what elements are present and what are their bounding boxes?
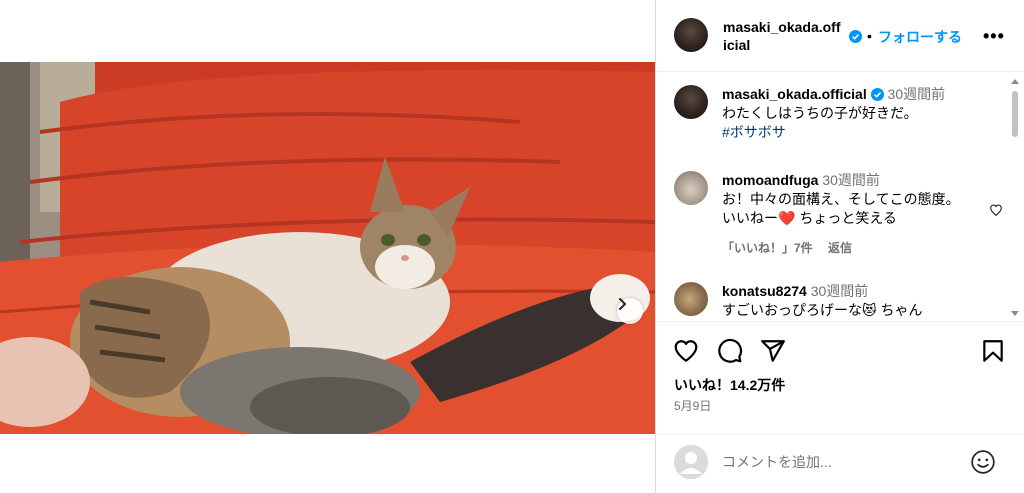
comments-scrollbar[interactable] <box>1008 73 1022 320</box>
author-username-line1: masaki_okada.off <box>723 19 841 35</box>
reply-button[interactable]: 返信 <box>828 241 852 255</box>
heart-icon[interactable] <box>673 338 699 364</box>
default-avatar-icon <box>674 445 708 479</box>
comment-likes-count[interactable]: 「いいね！」7件 <box>722 241 813 255</box>
scroll-thumb[interactable] <box>1012 91 1018 137</box>
author-avatar[interactable] <box>674 18 708 52</box>
post-header: masaki_okada.off icial • フォローする ••• <box>656 0 1024 72</box>
commenter-avatar[interactable] <box>674 171 708 205</box>
comment-like-heart-icon[interactable] <box>989 203 1003 217</box>
caption-hashtag[interactable]: #ボサボサ <box>722 123 972 142</box>
comments-list[interactable]: masaki_okada.official 30週間前 わたくしはうちの子が好き… <box>656 73 1024 320</box>
scroll-down-arrow[interactable] <box>1011 311 1019 316</box>
action-bar: いいね！14.2万件 5月9日 <box>656 321 1024 441</box>
comment-text: すごいおっぴろげーな😻 ちゃん <box>722 302 923 318</box>
comment-icon[interactable] <box>717 338 743 364</box>
post-side-panel: masaki_okada.off icial • フォローする ••• masa… <box>655 0 1024 493</box>
comment-username[interactable]: momoandfuga <box>722 172 818 188</box>
caption-time[interactable]: 30週間前 <box>888 86 946 102</box>
comment-text-block: momoandfuga 30週間前 お！中々の面構え、そしてこの態度。いいねー❤… <box>722 171 972 228</box>
bookmark-icon[interactable] <box>980 338 1006 364</box>
next-slide-button[interactable] <box>617 298 643 324</box>
verified-icon <box>849 30 862 43</box>
likes-count[interactable]: いいね！14.2万件 <box>674 375 785 395</box>
comment-time[interactable]: 30週間前 <box>822 172 880 188</box>
media-area <box>0 0 655 493</box>
comment-text-block: konatsu8274 30週間前 すごいおっぴろげーな😻 ちゃん <box>722 282 972 320</box>
caption-text-block: masaki_okada.official 30週間前 わたくしはうちの子が好き… <box>722 85 972 142</box>
comment-username[interactable]: konatsu8274 <box>722 283 807 299</box>
comment-time[interactable]: 30週間前 <box>811 283 869 299</box>
commenter-avatar[interactable] <box>674 282 708 316</box>
share-icon[interactable] <box>760 338 786 364</box>
caption-avatar[interactable] <box>674 85 708 119</box>
instagram-post-view: masaki_okada.off icial • フォローする ••• masa… <box>0 0 1024 493</box>
post-video[interactable] <box>0 62 655 434</box>
caption-text: わたくしはうちの子が好きだ。 <box>722 105 918 121</box>
scroll-up-arrow[interactable] <box>1011 79 1019 84</box>
author-username[interactable]: masaki_okada.off icial <box>723 18 843 54</box>
comment-text: お！中々の面構え、そしてこの態度。いいねー❤️ ちょっと笑える <box>722 191 960 226</box>
more-icon[interactable]: ••• <box>983 26 1005 47</box>
current-user-avatar <box>674 445 708 479</box>
cat-photo <box>0 62 655 434</box>
chevron-right-icon <box>619 298 627 310</box>
author-username-line2: icial <box>723 37 751 53</box>
verified-icon <box>870 88 884 101</box>
comment-meta: 「いいね！」7件 返信 <box>722 239 864 256</box>
follow-button[interactable]: フォローする <box>878 27 962 47</box>
post-date[interactable]: 5月9日 <box>674 397 711 414</box>
emoji-icon[interactable] <box>970 449 996 475</box>
separator-dot: • <box>867 28 872 44</box>
comment-input[interactable] <box>722 451 952 473</box>
add-comment-bar <box>656 434 1024 493</box>
caption-username[interactable]: masaki_okada.official <box>722 86 867 102</box>
